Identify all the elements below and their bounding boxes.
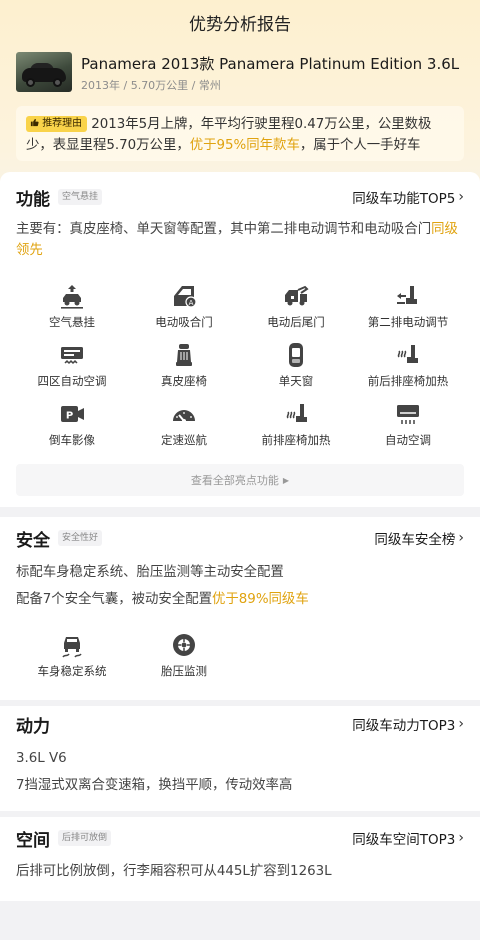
feature-item[interactable]: 真皮座椅 [128, 341, 240, 400]
reason-highlight: 优于95%同年款车 [189, 138, 300, 153]
safety-rank-link[interactable]: 同级车安全榜 › [374, 528, 464, 548]
safety-highlight: 优于89%同级车 [212, 592, 309, 607]
chevron-right-icon: › [458, 189, 464, 205]
feature-item[interactable]: 空气悬挂 [16, 282, 128, 341]
features-grid: 空气悬挂 A 电动吸合门 电动后尾门 第二排电动调节 四区自动空调 真皮座椅 单… [16, 282, 464, 459]
space-top3-link[interactable]: 同级车空间TOP3 › [352, 828, 464, 848]
leather-seat-icon [176, 344, 192, 366]
view-all-features-button[interactable]: 查看全部亮点功能 ▶ [16, 464, 464, 496]
safety-line1: 标配车身稳定系统、胎压监测等主动安全配置 [16, 565, 284, 580]
sunroof-icon [289, 343, 303, 367]
feature-item[interactable]: 单天窗 [240, 341, 352, 400]
svg-text:P: P [66, 411, 73, 422]
triangle-right-icon: ▶ [282, 475, 290, 485]
feature-item[interactable]: 定速巡航 [128, 400, 240, 459]
power-engine: 3.6L V6 [16, 751, 67, 766]
feature-item[interactable]: P 倒车影像 [16, 400, 128, 459]
space-title: 空间 [16, 830, 50, 851]
feature-item[interactable]: 自动空调 [352, 400, 464, 459]
space-badge: 后排可放倒 [58, 830, 112, 846]
space-desc: 后排可比例放倒，行李厢容积可从445L扩容到1263L [16, 864, 332, 879]
page-header: 优势分析报告 [0, 0, 480, 44]
feature-item[interactable]: 第二排电动调节 [352, 282, 464, 341]
front-seat-heating-icon [286, 404, 307, 422]
safety-grid: 车身稳定系统 胎压监测 [16, 631, 464, 690]
tire-pressure-icon [173, 634, 195, 656]
power-tailgate-icon [285, 285, 309, 306]
space-card: 空间 后排可放倒 同级车空间TOP3 › 后排可比例放倒，行李厢容积可从445L扩… [0, 817, 480, 901]
page-title: 优势分析报告 [189, 14, 291, 35]
chevron-right-icon: › [458, 530, 464, 546]
car-meta: 2013年 / 5.70万公里 / 常州 [81, 78, 221, 92]
recommend-reason: 推荐理由 2013年5月上牌，年平均行驶里程0.47万公里，公里数极少，表显里程… [16, 106, 464, 161]
power-top3-link[interactable]: 同级车动力TOP3 › [352, 714, 464, 734]
features-title: 功能 [16, 189, 50, 210]
svg-text:A: A [189, 299, 194, 307]
feature-item[interactable]: A 电动吸合门 [128, 282, 240, 341]
power-card: 动力 同级车动力TOP3 › 3.6L V6 7挡湿式双离合变速箱，换挡平顺，传动… [0, 706, 480, 811]
chevron-right-icon: › [458, 830, 464, 846]
safety-card: 安全 安全性好 同级车安全榜 › 标配车身稳定系统、胎压监测等主动安全配置 配备7… [0, 517, 480, 700]
reason-text-end: ，属于个人一手好车 [299, 138, 421, 153]
four-zone-ac-icon [61, 347, 83, 365]
features-card: 功能 空气悬挂 同级车功能TOP5 › 主要有：真皮座椅、单天窗等配置，其中第二排… [0, 172, 480, 507]
safety-line2: 配备7个安全气囊，被动安全配置 [16, 592, 212, 607]
cruise-control-icon [173, 410, 195, 423]
safety-title: 安全 [16, 530, 50, 551]
car-name: Panamera 2013款 Panamera Platinum Edition… [81, 54, 460, 73]
thumbs-up-icon [30, 118, 42, 129]
chevron-right-icon: › [458, 716, 464, 732]
feature-item[interactable]: 前排座椅加热 [240, 400, 352, 459]
air-suspension-icon [61, 285, 83, 309]
feature-item[interactable]: 四区自动空调 [16, 341, 128, 400]
feature-item[interactable]: 前后排座椅加热 [352, 341, 464, 400]
stability-control-icon [62, 637, 82, 658]
features-badge: 空气悬挂 [58, 189, 103, 205]
features-desc: 主要有：真皮座椅、单天窗等配置，其中第二排电动调节和电动吸合门 [16, 222, 432, 237]
second-row-seat-icon [397, 286, 417, 304]
features-top5-link[interactable]: 同级车功能TOP5 › [352, 187, 464, 207]
safety-badge: 安全性好 [58, 530, 103, 546]
auto-ac-icon [397, 405, 419, 424]
power-transmission: 7挡湿式双离合变速箱，换挡平顺，传动效率高 [16, 778, 293, 793]
auto-door-icon: A [174, 286, 197, 308]
feature-item[interactable]: 胎压监测 [128, 631, 240, 690]
seat-heating-icon [397, 345, 418, 363]
car-summary[interactable]: Panamera 2013款 Panamera Platinum Edition… [16, 52, 466, 94]
recommend-tag: 推荐理由 [26, 116, 88, 132]
feature-item[interactable]: 电动后尾门 [240, 282, 352, 341]
feature-item[interactable]: 车身稳定系统 [16, 631, 128, 690]
car-thumbnail [16, 52, 72, 92]
power-title: 动力 [16, 716, 50, 737]
reverse-camera-icon: P [61, 406, 84, 422]
